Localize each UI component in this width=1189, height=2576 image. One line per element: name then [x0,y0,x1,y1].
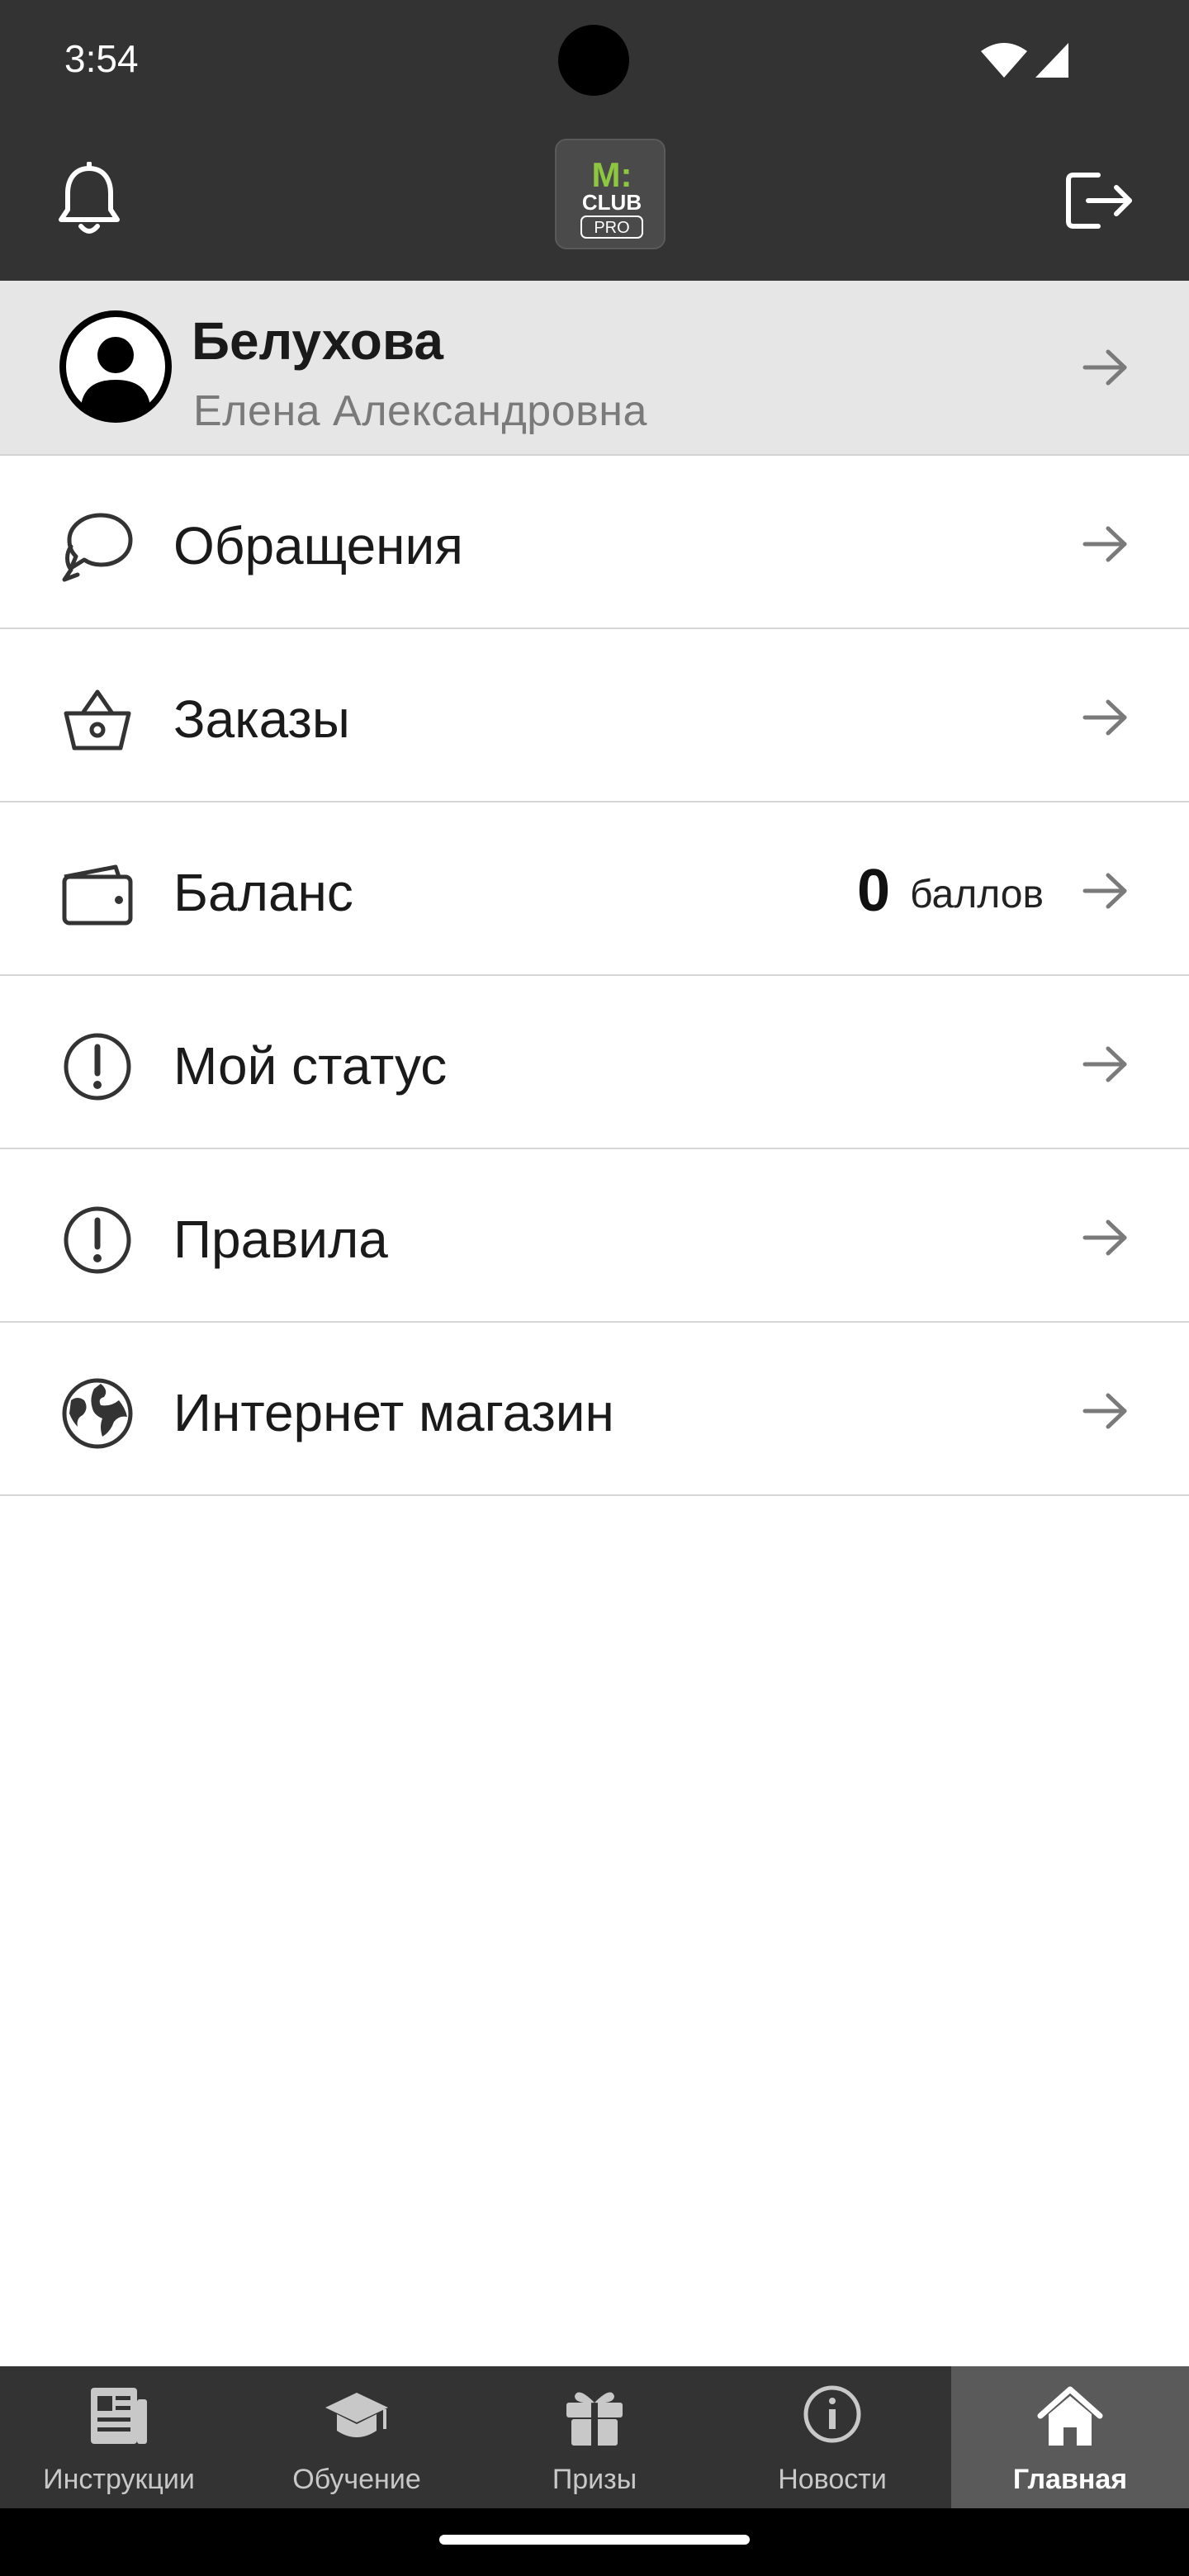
menu-item-label: Мой статус [173,1036,448,1096]
status-time: 3:54 [64,37,139,80]
menu-item-online-store[interactable]: Интернет магазин [0,1323,1189,1496]
chat-bubble-icon [62,513,133,582]
arrow-right-icon [1082,699,1127,736]
nav-item-home[interactable]: Главная [951,2366,1189,2508]
nav-item-instructions[interactable]: Инструкции [0,2366,238,2508]
app-logo: M: CLUB PRO [555,139,666,249]
balance-value: 0 [856,858,890,924]
menu-item-my-status[interactable]: Мой статус [0,976,1189,1149]
arrow-right-icon [1082,1046,1127,1082]
wifi-icon [981,43,1027,78]
arrow-right-icon [1082,1219,1127,1256]
menu-item-balance[interactable]: Баланс 0 баллов [0,803,1189,976]
info-circle-icon [803,2385,861,2443]
nav-item-news[interactable]: Новости [713,2366,951,2508]
nav-label: Призы [552,2464,637,2495]
app-header: 3:54 M: CLUB PRO [0,0,1189,281]
exclamation-circle-icon [64,1033,131,1101]
exclamation-circle-icon [64,1206,131,1274]
bottom-navigation: Инструкции Обучение Призы Новости Главна… [0,2366,1189,2508]
nav-label: Главная [1012,2464,1128,2495]
wallet-icon [62,864,133,926]
logo-text-middle: CLUB [582,190,642,215]
nav-item-training[interactable]: Обучение [238,2366,476,2508]
menu-item-label: Заказы [173,689,350,749]
nav-label: Обучение [292,2464,421,2495]
gesture-handle[interactable] [439,2535,750,2545]
logo-text-bottom: PRO [594,219,629,237]
logo-graphic: M: CLUB PRO [580,155,643,239]
main-menu: Обращения Заказы Баланс 0 баллов Мой ста… [0,456,1189,1496]
signal-icon [1035,43,1068,78]
logout-icon[interactable] [1065,170,1135,231]
arrow-right-icon [1082,349,1127,386]
menu-item-orders[interactable]: Заказы [0,629,1189,803]
menu-item-label: Баланс [173,863,353,922]
home-icon [1037,2386,1103,2446]
graduation-cap-icon [325,2393,388,2437]
nav-label: Новости [778,2464,887,2495]
profile-first-middle-name: Елена Александровна [193,387,647,435]
avatar-icon [59,310,172,423]
bell-icon[interactable] [54,162,124,238]
balance-unit: баллов [910,873,1044,916]
menu-item-label: Правила [173,1210,388,1269]
logo-text-top: M: [592,155,632,194]
arrow-right-icon [1082,873,1127,909]
gift-icon [566,2392,623,2446]
arrow-right-icon [1082,526,1127,562]
menu-item-requests[interactable]: Обращения [0,456,1189,629]
arrow-right-icon [1082,1393,1127,1429]
newspaper-icon [91,2388,147,2444]
globe-icon [62,1378,133,1449]
menu-item-label: Интернет магазин [173,1383,614,1442]
system-gesture-bar [0,2508,1189,2576]
profile-last-name: Белухова [192,311,443,371]
camera-cutout [558,25,629,96]
basket-icon [64,689,131,751]
nav-item-prizes[interactable]: Призы [476,2366,713,2508]
profile-row[interactable]: Белухова Елена Александровна [0,281,1189,456]
menu-item-label: Обращения [173,516,463,575]
nav-label: Инструкции [43,2464,195,2495]
menu-item-rules[interactable]: Правила [0,1149,1189,1323]
